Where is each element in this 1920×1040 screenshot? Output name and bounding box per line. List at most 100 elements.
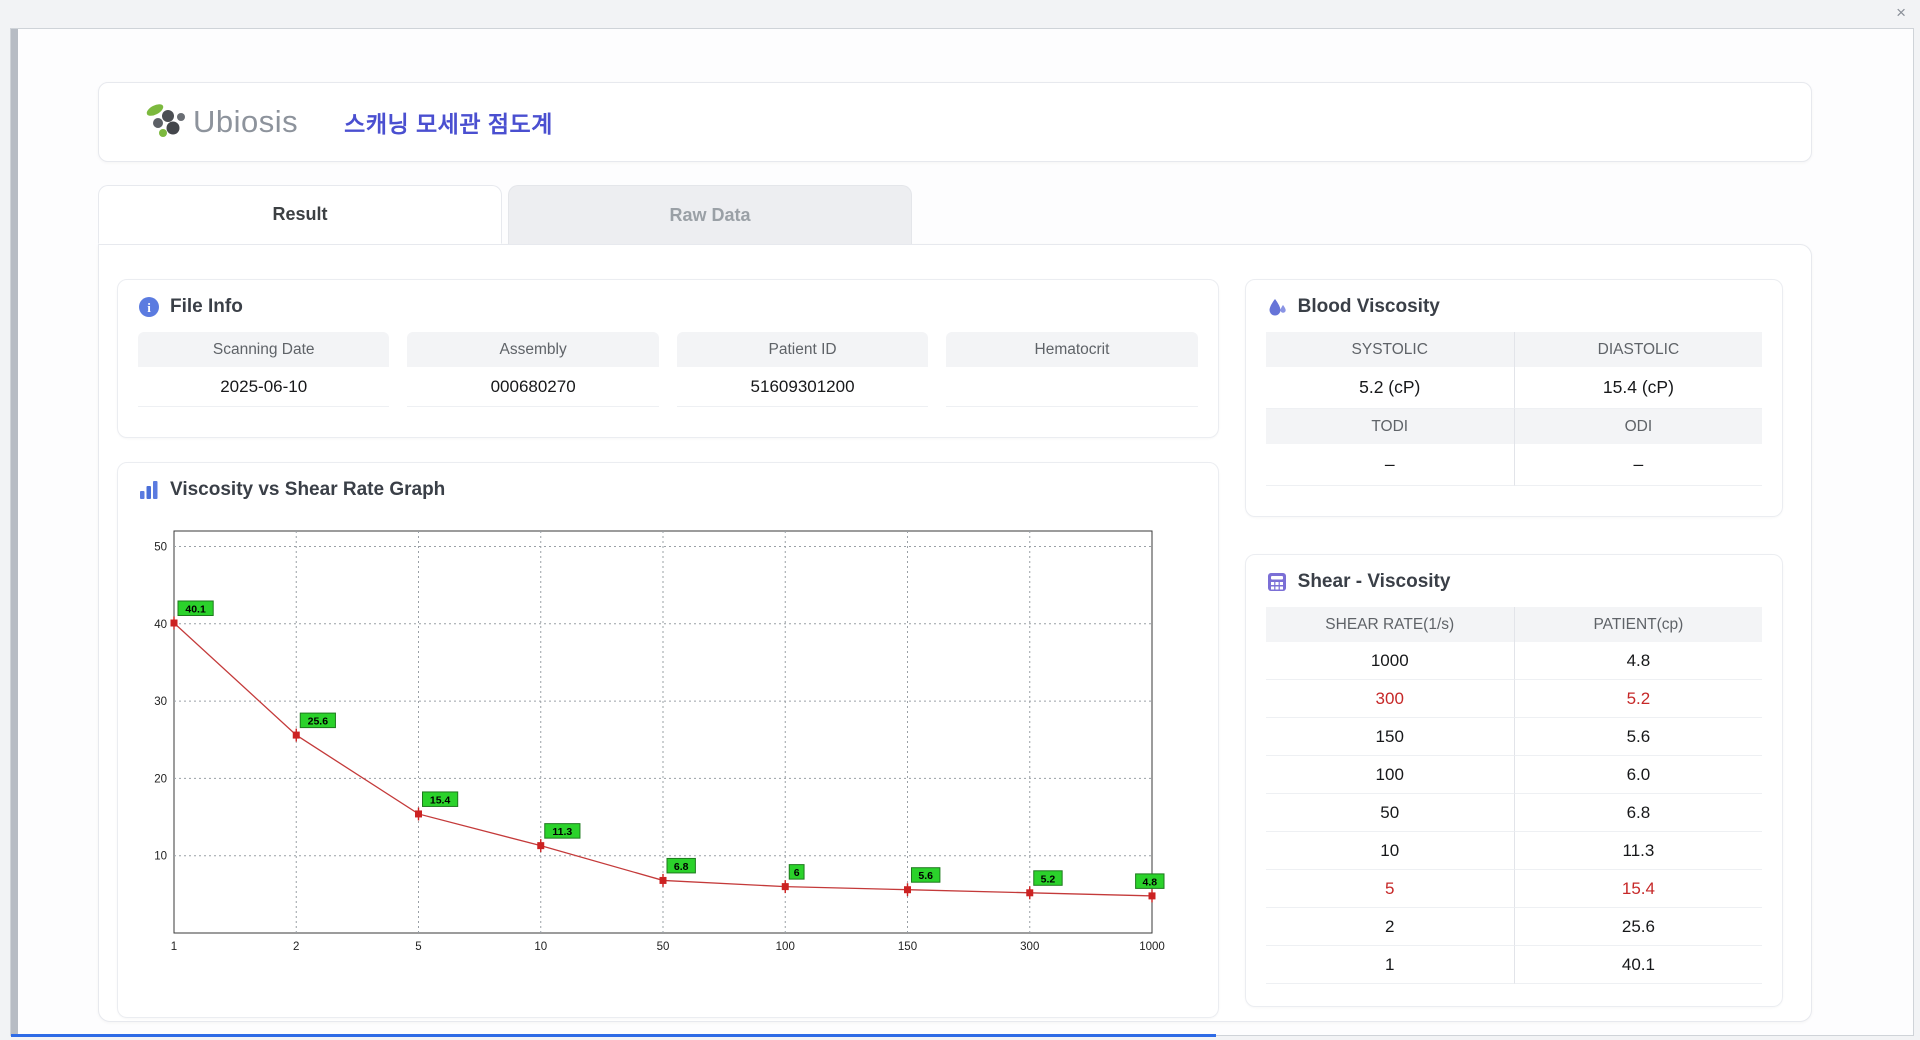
- field-label: Assembly: [407, 332, 659, 367]
- graph-title: Viscosity vs Shear Rate Graph: [138, 479, 1198, 501]
- logo-mark-icon: [146, 104, 185, 137]
- svg-text:10: 10: [154, 851, 167, 863]
- svg-text:15.4: 15.4: [430, 794, 451, 806]
- file-info-field: Hematocrit: [946, 332, 1198, 407]
- app-header: Ubiosis 스캐닝 모세관 점도계: [98, 82, 1812, 162]
- svg-text:150: 150: [898, 941, 917, 953]
- svg-text:6: 6: [794, 867, 800, 879]
- svg-text:30: 30: [154, 696, 167, 708]
- svg-text:40.1: 40.1: [185, 603, 206, 615]
- sv-patient-cell: 6.0: [1513, 756, 1762, 794]
- section-title-label: Blood Viscosity: [1297, 296, 1440, 317]
- shear-viscosity-table: SHEAR RATE(1/s) PATIENT(cp) 1000 4.8 300 5.2 1…: [1265, 607, 1762, 984]
- file-info-field: Scanning Date 2025-06-10: [138, 332, 390, 407]
- field-value: 51609301200: [676, 367, 929, 407]
- droplet-icon: [1269, 299, 1286, 316]
- bv-value-cell: 5.2 (cP): [1265, 367, 1514, 409]
- bv-value-cell: –: [1265, 444, 1514, 486]
- svg-text:4.8: 4.8: [1142, 876, 1157, 888]
- svg-text:1: 1: [171, 941, 177, 953]
- window-edge-strip: [11, 29, 18, 1035]
- section-title-label: File Info: [170, 296, 243, 317]
- bv-value-cell: –: [1513, 444, 1762, 486]
- svg-text:50: 50: [657, 941, 670, 953]
- graph-card: Viscosity vs Shear Rate Graph 10 20 30 40 50…: [117, 462, 1219, 1018]
- svg-text:1000: 1000: [1139, 941, 1165, 953]
- sv-shear-cell: 100: [1265, 756, 1514, 794]
- bv-header-cell: TODI: [1265, 409, 1514, 444]
- svg-text:300: 300: [1020, 941, 1039, 953]
- chart-wrap: 10 20 30 40 50 1 2 5 10 50 100 150 300 1000 40.1 25.6 15…: [138, 515, 1198, 975]
- svg-text:5.6: 5.6: [918, 870, 933, 882]
- sv-patient-cell: 5.6: [1513, 718, 1762, 756]
- field-value: 000680270: [407, 367, 659, 407]
- bar-chart-icon: [140, 481, 158, 499]
- blood-viscosity-card: Blood Viscosity SYSTOLIC DIASTOLIC 5.2 (cP…: [1244, 279, 1783, 517]
- file-info-field: Assembly 000680270: [407, 332, 659, 407]
- sv-patient-cell: 11.3: [1513, 832, 1762, 870]
- blood-viscosity-title: Blood Viscosity: [1266, 296, 1762, 318]
- tab-result[interactable]: Result: [98, 185, 502, 244]
- sv-shear-cell: 5: [1265, 870, 1514, 908]
- page-title: 스캐닝 모세관 점도계: [344, 111, 553, 137]
- sv-shear-cell: 150: [1265, 718, 1514, 756]
- field-label: Hematocrit: [946, 332, 1198, 367]
- grid-table-icon: [1267, 573, 1286, 591]
- sv-patient-cell: 25.6: [1513, 908, 1762, 946]
- shear-viscosity-title: Shear - Viscosity: [1266, 571, 1762, 593]
- sv-shear-cell: 2: [1265, 908, 1514, 946]
- sv-shear-cell: 1000: [1265, 642, 1514, 680]
- info-icon: i: [139, 297, 159, 317]
- svg-text:50: 50: [154, 541, 167, 553]
- svg-text:25.6: 25.6: [308, 716, 329, 728]
- svg-text:5.2: 5.2: [1041, 873, 1056, 885]
- sv-patient-cell: 5.2: [1513, 680, 1762, 718]
- tab-bar: Result Raw Data: [98, 185, 1812, 244]
- app-content: Ubiosis 스캐닝 모세관 점도계 Result Raw Data i Fi…: [98, 29, 1812, 1022]
- sv-patient-cell: 40.1: [1513, 946, 1762, 984]
- logo-text: Ubiosis: [193, 104, 299, 139]
- svg-text:2: 2: [293, 941, 299, 953]
- file-info-fields: Scanning Date 2025-06-10 Assembly 000680270…: [138, 332, 1198, 407]
- sv-shear-cell: 10: [1265, 832, 1514, 870]
- svg-text:i: i: [147, 300, 151, 315]
- field-label: Patient ID: [676, 332, 929, 367]
- left-column: i File Info Scanning Date 2025-06-10 Assem…: [117, 279, 1219, 1021]
- sv-patient-cell: 4.8: [1513, 642, 1762, 680]
- svg-text:6.8: 6.8: [674, 861, 689, 873]
- svg-text:11.3: 11.3: [552, 826, 572, 838]
- sv-shear-cell: 50: [1265, 794, 1514, 832]
- bv-header-cell: SYSTOLIC: [1265, 332, 1514, 367]
- close-icon[interactable]: ×: [1896, 1, 1906, 25]
- shear-viscosity-card: Shear - Viscosity SHEAR RATE(1/s) PATIENT…: [1244, 554, 1783, 1007]
- sv-shear-cell: 1: [1265, 946, 1514, 984]
- result-panel: i File Info Scanning Date 2025-06-10 Assem…: [98, 244, 1812, 1022]
- svg-text:40: 40: [154, 619, 167, 631]
- svg-text:5: 5: [415, 941, 421, 953]
- field-value: 2025-06-10: [138, 367, 390, 407]
- bv-value-cell: 15.4 (cP): [1513, 367, 1762, 409]
- bv-header-cell: DIASTOLIC: [1513, 332, 1762, 367]
- sv-header-cell: PATIENT(cp): [1513, 607, 1762, 642]
- sv-patient-cell: 15.4: [1513, 870, 1762, 908]
- field-value: [946, 367, 1198, 407]
- svg-text:100: 100: [776, 941, 795, 953]
- viscosity-chart: 10 20 30 40 50 1 2 5 10 50 100 150 300 1000 40.1 25.6 15…: [154, 530, 1165, 953]
- section-title-label: Viscosity vs Shear Rate Graph: [170, 479, 446, 500]
- ubiosis-logo: Ubiosis: [143, 101, 298, 143]
- svg-text:10: 10: [534, 941, 547, 953]
- file-info-field: Patient ID 51609301200: [676, 332, 929, 407]
- sv-shear-cell: 300: [1265, 680, 1514, 718]
- section-title-label: Shear - Viscosity: [1297, 571, 1451, 592]
- sv-header-cell: SHEAR RATE(1/s): [1265, 607, 1514, 642]
- blood-viscosity-table: SYSTOLIC DIASTOLIC 5.2 (cP) 15.4 (cP) TODI OD…: [1265, 332, 1762, 486]
- svg-text:20: 20: [154, 773, 167, 785]
- sv-patient-cell: 6.8: [1513, 794, 1762, 832]
- file-info-card: i File Info Scanning Date 2025-06-10 Assem…: [117, 279, 1219, 438]
- field-label: Scanning Date: [138, 332, 390, 367]
- right-column: Blood Viscosity SYSTOLIC DIASTOLIC 5.2 (cP…: [1244, 279, 1783, 1021]
- file-info-title: i File Info: [138, 296, 1198, 318]
- bv-header-cell: ODI: [1513, 409, 1762, 444]
- app-window: Ubiosis 스캐닝 모세관 점도계 Result Raw Data i Fi…: [10, 28, 1914, 1037]
- tab-raw-data[interactable]: Raw Data: [508, 185, 912, 244]
